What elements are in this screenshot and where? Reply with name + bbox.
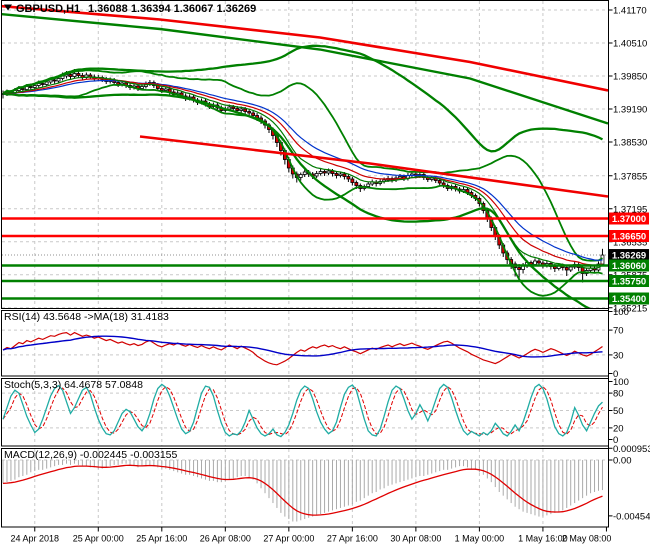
candle-body bbox=[72, 73, 77, 77]
candle-body bbox=[564, 267, 569, 271]
candle-body bbox=[298, 174, 303, 178]
candle-body bbox=[159, 88, 164, 91]
axis-label: 0.00 bbox=[613, 456, 632, 467]
candle-body bbox=[314, 173, 319, 177]
candlestick-chart-canvas[interactable]: 1.41170 1.40510 1.39850 1.39190 1.38530 1.378… bbox=[0, 0, 650, 550]
stochastic-indicator-label: Stoch(5,3,3) 64.4678 57.0848 bbox=[4, 379, 143, 391]
macd-pane[interactable] bbox=[2, 459, 608, 522]
candle-body bbox=[235, 108, 240, 111]
candle-body bbox=[140, 86, 144, 89]
price-tag: 1.35400 bbox=[609, 292, 649, 305]
axis-label: 0.000953 bbox=[613, 444, 650, 455]
candle-body bbox=[322, 171, 327, 174]
candle-body bbox=[318, 171, 323, 174]
axis-label: 100 bbox=[613, 307, 629, 318]
candle-body bbox=[243, 108, 248, 112]
stochastic-pane[interactable] bbox=[2, 383, 608, 438]
axis-label: 100 bbox=[613, 377, 629, 388]
svg-text:1.36650: 1.36650 bbox=[612, 232, 646, 243]
time-axis-label: 27 Apr 00:00 bbox=[263, 534, 314, 544]
axis-label: 1.39850 bbox=[613, 72, 647, 83]
time-axis-label: 25 Apr 00:00 bbox=[73, 534, 124, 544]
time-axis-label: 25 Apr 16:00 bbox=[136, 534, 187, 544]
price-tag: 1.36650 bbox=[609, 230, 649, 243]
candle-body bbox=[56, 78, 61, 82]
candle-body bbox=[342, 173, 347, 177]
candle-body bbox=[354, 182, 359, 186]
axis-label: 1.37855 bbox=[613, 171, 647, 182]
candle-body bbox=[68, 74, 73, 77]
price-tag: 1.37000 bbox=[609, 212, 649, 225]
time-axis-label: 1 May 00:00 bbox=[455, 534, 505, 544]
time-axis-label: 1 May 16:00 bbox=[518, 534, 568, 544]
candle-body bbox=[517, 267, 521, 270]
bollinger-band bbox=[2, 44, 604, 153]
candle-body bbox=[326, 170, 331, 174]
candle-body bbox=[437, 180, 442, 184]
candle-body bbox=[163, 88, 168, 91]
axis-label: 30 bbox=[613, 350, 624, 361]
moving-average-line bbox=[2, 79, 603, 261]
svg-text:1.35400: 1.35400 bbox=[612, 294, 646, 305]
rsi-ma-line bbox=[2, 335, 603, 358]
axis-label: 80 bbox=[613, 389, 624, 400]
axis-label: 1.40510 bbox=[613, 39, 647, 50]
axis-label: 70 bbox=[613, 326, 624, 337]
candle-body bbox=[40, 83, 45, 85]
rsi-indicator-label: RSI(14) 43.5648 ->MA(18) 31.4183 bbox=[4, 311, 169, 323]
price-tag: 1.35750 bbox=[609, 275, 649, 288]
candle-body bbox=[239, 108, 244, 111]
candle-body bbox=[346, 176, 351, 180]
moving-average-line bbox=[2, 78, 603, 267]
rsi-line bbox=[2, 331, 603, 366]
candle-body bbox=[247, 111, 252, 114]
candle-body bbox=[44, 81, 49, 85]
time-axis-label: 2 May 08:00 bbox=[562, 534, 612, 544]
axis-label: 1.38530 bbox=[613, 138, 647, 149]
svg-text:1.37000: 1.37000 bbox=[612, 214, 646, 225]
time-axis[interactable]: 24 Apr 2018 25 Apr 00:00 25 Apr 16:00 26 Ap… bbox=[10, 527, 612, 544]
chart-title-ohlc: 1.36088 1.36394 1.36067 1.36269 bbox=[88, 3, 256, 15]
candle-body bbox=[76, 73, 81, 76]
candle-body bbox=[350, 178, 355, 183]
candle-body bbox=[32, 85, 37, 88]
candle-body bbox=[533, 260, 537, 265]
axis-label: 20 bbox=[613, 423, 624, 434]
candle-body bbox=[20, 88, 25, 90]
candle-body bbox=[366, 183, 371, 187]
candle-body bbox=[398, 176, 402, 179]
axis-label: 1.39190 bbox=[613, 105, 647, 116]
candle-body bbox=[537, 260, 541, 264]
price-tags-layer: 1.370001.366501.362691.360601.357501.354… bbox=[609, 212, 649, 305]
time-axis-label: 24 Apr 2018 bbox=[10, 534, 59, 544]
candle-body bbox=[568, 266, 573, 271]
candle-body bbox=[231, 106, 236, 109]
macd-indicator-label: MACD(12,26,9) -0.002445 -0.003155 bbox=[4, 449, 178, 461]
candle-body bbox=[302, 171, 307, 175]
axis-label: 1.41170 bbox=[613, 6, 647, 17]
axis-label: -0.004543 bbox=[613, 511, 650, 522]
gridlines-layer bbox=[2, 1, 608, 527]
price-tag: 1.36060 bbox=[609, 259, 649, 272]
candle-body bbox=[338, 173, 343, 176]
candle-body bbox=[52, 79, 57, 82]
svg-text:1.36060: 1.36060 bbox=[612, 261, 646, 272]
time-axis-label: 30 Apr 08:00 bbox=[390, 534, 441, 544]
chart-window: 1.41170 1.40510 1.39850 1.39190 1.38530 1.378… bbox=[0, 0, 650, 550]
candle-body bbox=[28, 86, 33, 88]
main-price-pane[interactable] bbox=[0, 4, 609, 313]
macd-signal-line bbox=[2, 464, 603, 516]
svg-text:1.35750: 1.35750 bbox=[612, 277, 646, 288]
axis-label: 50 bbox=[613, 406, 624, 417]
candle-body bbox=[251, 112, 256, 116]
rsi-pane[interactable] bbox=[2, 329, 608, 366]
time-axis-label: 26 Apr 08:00 bbox=[200, 534, 251, 544]
time-axis-label: 27 Apr 16:00 bbox=[327, 534, 378, 544]
candle-body bbox=[334, 173, 339, 176]
chart-title-symbol: GBPUSD,H1 bbox=[16, 3, 80, 15]
